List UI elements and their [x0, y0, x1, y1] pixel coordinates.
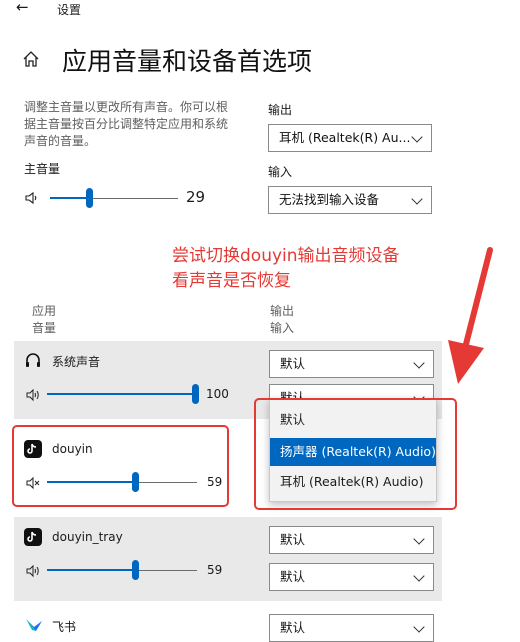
home-icon[interactable] [22, 50, 40, 68]
speaker-icon[interactable] [24, 190, 40, 205]
output-device-select[interactable]: 耳机 (Realtek(R) Au... [268, 124, 432, 152]
column-output-label: 输出 [270, 304, 295, 318]
master-volume-value: 29 [186, 188, 206, 206]
douyin-tray-output-select[interactable]: 默认 [269, 526, 434, 554]
system-sounds-slider-thumb[interactable] [192, 384, 199, 404]
highlight-dropdown-menu [254, 398, 457, 510]
column-app-label: 应用 [32, 304, 57, 318]
input-label: 输入 [268, 165, 293, 179]
system-sounds-slider-fill [47, 393, 194, 395]
window-title: 设置 [57, 3, 82, 17]
douyin-tray-slider-fill [47, 569, 135, 571]
intro-line-1: 调整主音量以更改所有声音。你可以根 [24, 100, 229, 114]
annotation-line-2: 看声音是否恢复 [172, 271, 291, 291]
input-device-select[interactable]: 无法找到输入设备 [268, 186, 432, 214]
system-sounds-volume-value: 100 [206, 387, 229, 401]
system-sounds-output-value: 默认 [280, 356, 306, 371]
speaker-icon[interactable] [26, 563, 42, 578]
page-title: 应用音量和设备首选项 [62, 47, 313, 76]
master-slider-fill [50, 197, 89, 199]
douyin-tray-volume-value: 59 [207, 563, 223, 577]
annotation-arrow [448, 247, 493, 384]
tiktok-icon [24, 528, 42, 546]
feishu-output-value: 默认 [280, 620, 306, 635]
app-name-feishu: 飞书 [52, 620, 77, 634]
chevron-down-icon [413, 533, 425, 545]
system-sounds-output-select[interactable]: 默认 [269, 350, 434, 378]
highlight-douyin-row [12, 425, 229, 507]
output-device-value: 耳机 (Realtek(R) Au... [279, 130, 411, 145]
annotation-line-1: 尝试切换douyin输出音频设备 [172, 246, 400, 266]
chevron-down-icon [413, 570, 425, 582]
speaker-icon[interactable] [26, 387, 42, 402]
douyin-tray-slider-track [135, 570, 197, 571]
master-slider-thumb[interactable] [86, 188, 93, 208]
feishu-icon [24, 616, 44, 634]
output-label: 输出 [268, 103, 293, 117]
master-slider-track [89, 198, 178, 199]
chevron-down-icon [411, 131, 423, 143]
app-name-douyin-tray: douyin_tray [52, 530, 123, 544]
headphones-icon [24, 351, 42, 369]
app-name-system-sounds: 系统声音 [52, 355, 101, 369]
back-button[interactable]: ← [16, 0, 29, 16]
chevron-down-icon [411, 193, 423, 205]
chevron-down-icon [413, 621, 425, 633]
feishu-output-select[interactable]: 默认 [269, 614, 434, 642]
input-device-value: 无法找到输入设备 [279, 192, 380, 207]
column-input-label: 输入 [270, 321, 295, 335]
douyin-tray-input-value: 默认 [280, 569, 306, 584]
master-volume-label: 主音量 [24, 162, 61, 176]
chevron-down-icon [413, 357, 425, 369]
column-volume-label: 音量 [32, 321, 57, 335]
douyin-tray-output-value: 默认 [280, 532, 306, 547]
intro-line-2: 据主音量按百分比调整特定应用和系统 [24, 117, 229, 131]
douyin-tray-slider-thumb[interactable] [132, 560, 139, 580]
intro-line-3: 声音的音量。 [24, 134, 97, 148]
douyin-tray-input-select[interactable]: 默认 [269, 563, 434, 591]
